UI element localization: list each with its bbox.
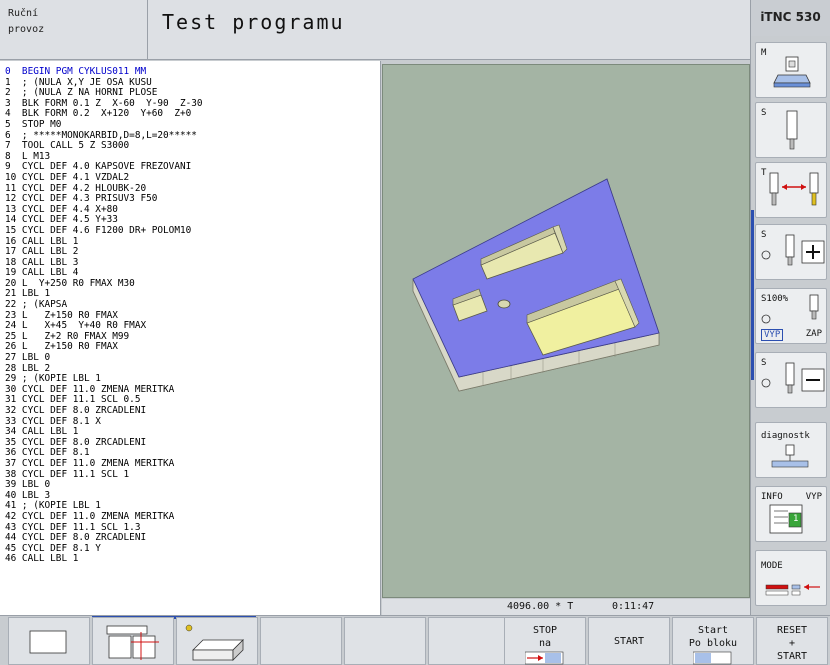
status-bar: 4096.00 * T 0:11:47 <box>382 599 750 615</box>
stop-label: STOP <box>532 625 558 636</box>
program-line[interactable]: 7 TOOL CALL 5 Z S3000 <box>5 141 380 152</box>
softkey-window-split[interactable] <box>92 617 174 665</box>
override-icon <box>761 294 819 324</box>
program-line[interactable]: 0 BEGIN PGM CYKLUS011 MM <box>5 66 380 78</box>
operating-mode: Ruční provoz <box>0 0 148 60</box>
3d-simulation-view <box>382 64 750 598</box>
program-line[interactable]: 39 LBL 0 <box>5 480 380 491</box>
diagnostics-key[interactable]: diagnostk <box>755 422 827 478</box>
mode-key[interactable]: MODE <box>755 550 827 606</box>
softkey-stop-at[interactable]: STOP na <box>504 617 586 665</box>
softkey-start-single-block[interactable]: Start Po bloku <box>672 617 754 665</box>
spindle-plus-icon <box>761 234 825 266</box>
spindle-minus-key[interactable]: S <box>755 352 827 408</box>
start-block-label-2: Po bloku <box>688 638 738 649</box>
program-line[interactable]: 46 CALL LBL 1 <box>5 554 380 565</box>
start-label: START <box>613 636 645 647</box>
softkey-3d-view[interactable] <box>176 617 258 665</box>
reset-label-1: RESET <box>776 625 808 636</box>
workpiece-3d-render <box>412 178 660 392</box>
machine-icon <box>773 56 811 88</box>
spindle-override-key[interactable]: S100% VYP ZAP <box>755 288 827 344</box>
program-line[interactable]: 10 CYCL DEF 4.1 VZDAL2 <box>5 172 380 184</box>
reset-label-3: START <box>776 651 808 662</box>
softkey-reset-start[interactable]: RESET + START <box>756 617 828 665</box>
program-line[interactable]: 26 L Z+150 R0 FMAX <box>5 342 380 353</box>
vyp-label: VYP <box>761 329 784 341</box>
diagnostics-icon <box>771 444 809 468</box>
start-block-label-1: Start <box>697 625 729 636</box>
info-window-icon <box>769 504 803 534</box>
spindle-key[interactable]: S <box>755 102 827 158</box>
m-function-key[interactable]: M <box>755 42 827 98</box>
feed-readout: 4096.00 * T <box>507 601 574 612</box>
program-line[interactable]: 27 LBL 0 <box>5 352 380 364</box>
stop-label-2: na <box>538 638 552 649</box>
mode-line-2: provoz <box>8 24 45 35</box>
time-readout: 0:11:47 <box>612 601 655 612</box>
program-line[interactable]: 37 CYCL DEF 11.0 ZMENA MERITKA <box>5 458 380 470</box>
page-title: Test programu <box>148 0 750 60</box>
program-line[interactable]: 5 STOP M0 <box>5 119 380 131</box>
3d-block-icon <box>185 624 244 661</box>
program-line[interactable]: 4 BLK FORM 0.2 X+120 Y+60 Z+0 <box>5 109 380 120</box>
program-line[interactable]: 20 L Y+250 R0 FMAX M30 <box>5 278 380 290</box>
info-key[interactable]: INFO VYP 1 <box>755 486 827 542</box>
program-line[interactable]: 38 CYCL DEF 11.1 SCL 1 <box>5 469 380 481</box>
info-number: 1 <box>793 514 799 524</box>
tool-change-key[interactable]: T <box>755 162 827 218</box>
tool-change-icon <box>769 172 819 206</box>
spindle-minus-icon <box>761 362 825 394</box>
single-window-icon <box>29 630 67 654</box>
softkey-start[interactable]: START <box>588 617 670 665</box>
stop-at-icon <box>525 651 564 665</box>
program-line[interactable]: 15 CYCL DEF 4.6 F1200 DR+ POLOM10 <box>5 225 380 237</box>
softkey-empty-6[interactable] <box>428 617 510 665</box>
mode-icon <box>765 584 820 596</box>
brand-label: iTNC 530 <box>750 0 830 36</box>
horizontal-softkey-bar: STOP na START Start Po bloku RESET + STA… <box>0 615 830 665</box>
softkey-empty-4[interactable] <box>260 617 342 665</box>
single-block-icon <box>693 651 732 665</box>
softkey-empty-5[interactable] <box>344 617 426 665</box>
vertical-softkey-bar: M S T S S100% VYP ZAP S diagnostk INFO V… <box>750 36 830 615</box>
zap-label: ZAP <box>805 329 822 339</box>
mode-line-1: Ruční <box>8 8 39 19</box>
program-line[interactable]: 32 CYCL DEF 8.0 ZRCADLENI <box>5 405 380 417</box>
spindle-plus-key[interactable]: S <box>755 224 827 280</box>
program-listing[interactable]: 0 BEGIN PGM CYKLUS011 MM 1 ; (NULA X,Y JE… <box>0 61 381 615</box>
program-line[interactable]: 42 CYCL DEF 11.0 ZMENA MERITKA <box>5 511 380 523</box>
sidebar-scroll-indicator[interactable] <box>751 210 754 380</box>
split-window-icon <box>106 625 159 660</box>
reset-label-2: + <box>788 638 796 649</box>
spindle-icon <box>786 110 798 150</box>
softkey-window-single[interactable] <box>8 617 90 665</box>
